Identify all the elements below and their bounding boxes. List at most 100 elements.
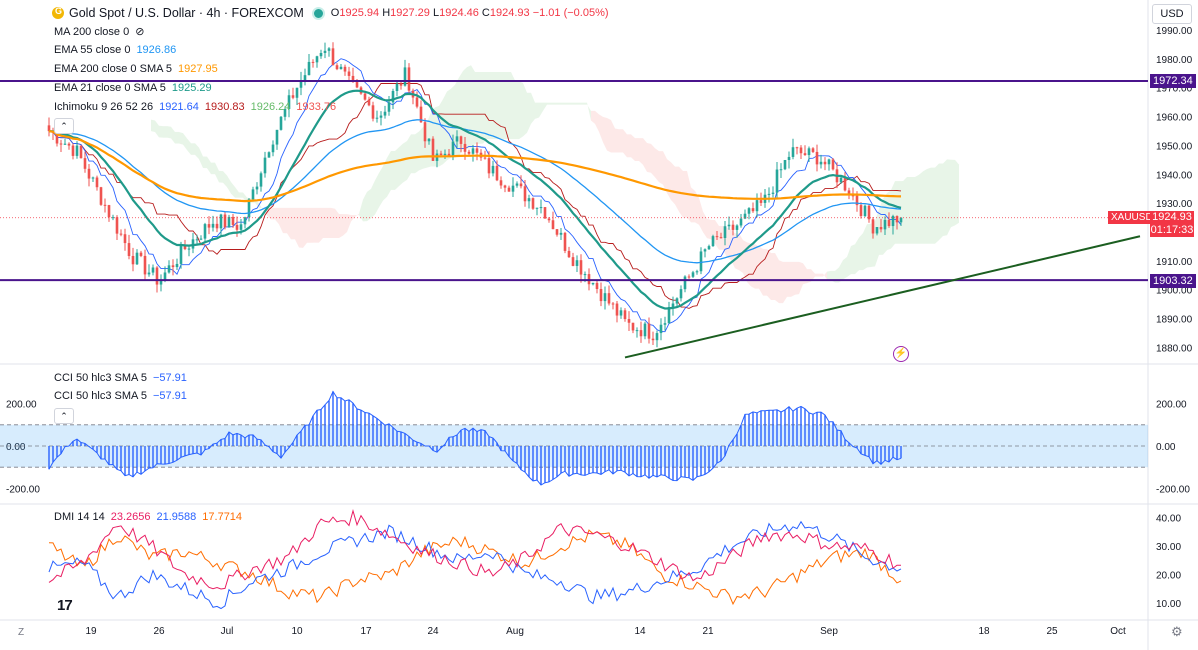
candle-body [303,75,307,81]
candle-body [307,61,311,76]
ichimoku-cloud-segment [863,224,867,271]
ichimoku-cloud-segment [611,120,615,153]
collapse-legend-button[interactable]: ⌃ [54,118,74,134]
candle-body [607,293,611,304]
ichimoku-cloud-segment [335,208,339,238]
zoom-button[interactable]: Z [18,627,24,638]
ichimoku-cloud-segment [919,171,923,244]
collapse-cci-button[interactable]: ⌃ [54,408,74,424]
legend-dmi[interactable]: DMI 14 14 23.2656 21.9588 17.7714 [54,510,248,524]
legend-ema55[interactable]: EMA 55 close 0 1926.86 [54,43,182,57]
ichimoku-cloud-segment [707,218,711,240]
candle-body [371,105,375,119]
price-tick-label: 1880.00 [1156,343,1193,354]
dmi-tick-label: 20.00 [1156,571,1181,582]
cci-tick-label-left: -200.00 [6,484,40,495]
ichimoku-cloud-segment [619,129,623,153]
candle-body [539,207,543,209]
candle-body [595,282,599,290]
candle-body [211,223,215,228]
candle-body [803,153,807,156]
candle-body [143,255,147,275]
candle-body [171,265,175,268]
candle-body [783,159,787,170]
candle-body [167,265,171,273]
cci-tick-label-left: 200.00 [6,400,37,411]
candle-body [503,185,507,188]
price-tick-label: 1950.00 [1156,141,1193,152]
dmi-plus-value: 21.9588 [156,511,197,523]
candle-body [547,218,551,221]
settings-icon[interactable]: ⚙ [1171,624,1183,640]
ichimoku-cloud-segment [939,163,943,241]
ichimoku-cloud-segment [215,162,219,183]
candle-body [239,224,243,230]
ichimoku-cloud-segment [823,271,827,280]
legend-ema200[interactable]: EMA 200 close 0 SMA 5 1927.95 [54,62,224,76]
ichimoku-cloud-segment [511,71,515,140]
bar-countdown: 01:17:33 [1150,224,1194,236]
ichimoku-cloud-segment [815,273,819,277]
time-tick-label: Jul [221,626,234,637]
ichimoku-cloud-segment [647,142,651,173]
tradingview-logo[interactable]: 17 [57,597,73,614]
high-label: H [382,7,391,19]
ichimoku-cloud-segment [351,215,355,222]
legend-ma200[interactable]: MA 200 close 0 ⊘ [54,25,150,39]
ichimoku-cloud-segment [759,246,763,296]
ichimoku-cloud-segment [419,127,423,171]
candle-body [879,227,883,230]
legend-ema21[interactable]: EMA 21 close 0 SMA 5 1925.29 [54,81,218,95]
ichimoku-cloud-segment [767,249,771,300]
time-tick-label: 25 [1046,626,1058,637]
ichimoku-cloud-segment [855,237,859,275]
open-value: 1925.94 [339,7,380,19]
alert-icon[interactable]: ⚡ [893,346,909,362]
ichimoku-cloud-segment [179,131,183,145]
eye-off-icon[interactable]: ⊘ [135,26,144,38]
legend-cci-2[interactable]: CCI 50 hlc3 SMA 5 −57.91 [54,389,193,403]
high-value: 1927.29 [390,7,430,19]
candle-body [519,183,523,187]
legend-cci-1[interactable]: CCI 50 hlc3 SMA 5 −57.91 [54,371,193,385]
legend-ichimoku[interactable]: Ichimoku 9 26 52 26 1921.64 1930.83 1926.24… [54,100,342,114]
candle-body [451,141,455,157]
ichimoku-cloud-segment [543,102,547,111]
ichimoku-value-3: 1926.24 [250,101,291,113]
ichimoku-cloud-segment [371,180,375,219]
candle-body [179,244,183,264]
ichimoku-cloud-segment [655,148,659,183]
ichimoku-cloud-segment [931,167,935,244]
ichimoku-cloud-segment [687,170,691,223]
chart-canvas[interactable]: 1880.001890.001900.001910.001920.001930.… [0,0,1198,650]
candle-body [579,260,583,275]
ema200-label: EMA 200 close 0 SMA 5 [54,63,173,75]
ichimoku-cloud-segment [231,182,235,198]
ichimoku-cloud-segment [155,120,159,138]
candle-body [135,252,139,265]
ichimoku-cloud-segment [703,211,707,239]
candle-body [823,161,827,165]
ichimoku-cloud-segment [467,65,471,149]
candle-body [347,71,351,76]
candle-body [731,224,735,230]
ichimoku-cloud-segment [607,118,611,153]
candle-body [399,83,403,86]
cci-value-1: −57.91 [152,372,187,384]
candle-body [103,204,107,206]
ichimoku-cloud-segment [923,168,927,244]
low-value: 1924.46 [439,7,479,19]
candle-body [279,116,283,130]
ichimoku-cloud-segment [627,134,631,158]
candle-body [819,161,823,165]
ichimoku-cloud-segment [807,269,811,284]
candle-body [335,65,339,70]
candle-body [243,217,247,225]
candle-body [815,151,819,165]
symbol-title[interactable]: Gold Spot / U.S. Dollar · 4h · FOREXCOM [69,6,304,20]
candle-body [203,224,207,239]
candle-body [775,169,779,193]
currency-selector[interactable]: USD [1152,4,1192,24]
dmi-label: DMI 14 14 [54,511,105,523]
candle-body [511,185,515,192]
